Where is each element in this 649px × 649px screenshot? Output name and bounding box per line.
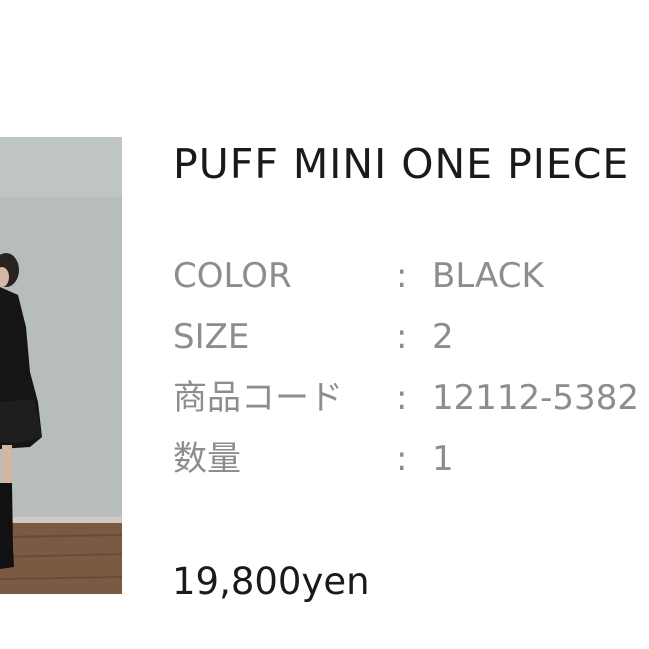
product-title: PUFF MINI ONE PIECE — [173, 140, 630, 188]
spec-value-size: 2 — [432, 317, 454, 357]
spec-label-product-code: 商品コード — [173, 378, 343, 418]
spec-colon: : — [396, 317, 408, 357]
spec-label-color: COLOR — [173, 256, 292, 296]
spec-colon: : — [396, 256, 408, 296]
spec-value-color: BLACK — [432, 256, 544, 296]
product-detail-page: PUFF MINI ONE PIECE COLOR : BLACK SIZE :… — [0, 0, 649, 649]
spec-row-color: COLOR : BLACK — [173, 253, 649, 314]
spec-row-product-code: 商品コード : 12112-5382 — [173, 375, 649, 436]
product-photo — [0, 137, 122, 594]
spec-label-quantity: 数量 — [173, 439, 241, 479]
spec-row-size: SIZE : 2 — [173, 314, 649, 375]
spec-value-quantity: 1 — [432, 439, 454, 479]
spec-colon: : — [396, 378, 408, 418]
spec-row-quantity: 数量 : 1 — [173, 436, 649, 497]
product-price: 19,800yen — [172, 560, 370, 603]
spec-value-product-code: 12112-5382 — [432, 378, 639, 418]
spec-colon: : — [396, 439, 408, 479]
spec-table: COLOR : BLACK SIZE : 2 商品コード : 12112-538… — [173, 253, 649, 497]
spec-label-size: SIZE — [173, 317, 250, 357]
